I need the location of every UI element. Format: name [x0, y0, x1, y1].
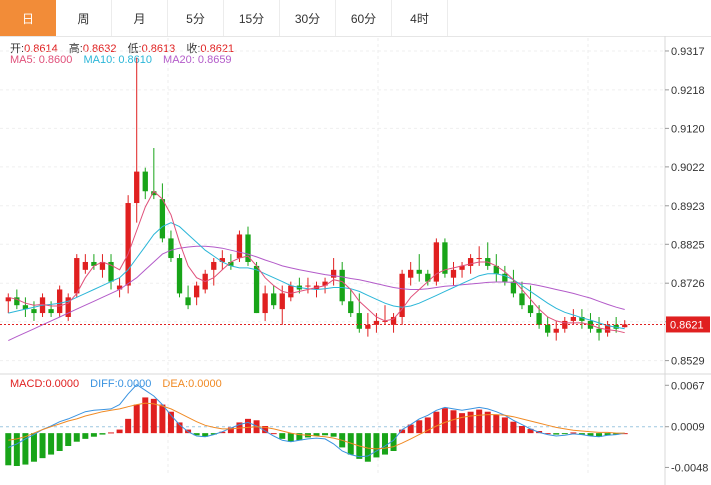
candle-body: [390, 316, 397, 325]
macd-histogram-bar: [510, 421, 517, 434]
candle-body: [116, 285, 123, 290]
macd-histogram-bar: [373, 433, 380, 458]
candle-body: [527, 305, 534, 314]
macd-histogram-bar: [159, 404, 166, 434]
macd-histogram-bar: [416, 420, 423, 434]
macd-histogram-bar: [133, 404, 140, 434]
macd-histogram-bar: [125, 418, 132, 434]
price-tick-label: 0.9120: [671, 123, 705, 135]
diff-line: [8, 383, 625, 458]
candle-body: [176, 258, 183, 294]
price-tick-label: 0.8923: [671, 201, 705, 213]
price-tick-label: 0.8529: [671, 356, 705, 368]
macd-histogram-bar: [330, 433, 337, 437]
candle-body: [159, 199, 166, 239]
macd-histogram-bar: [570, 432, 577, 434]
candle-body: [74, 258, 80, 294]
macd-histogram-bar: [99, 433, 106, 435]
candle-body: [279, 293, 285, 310]
candle-body: [288, 285, 294, 298]
last-price-label: 0.8621: [670, 319, 704, 331]
macd-histogram-bar: [48, 433, 55, 455]
macd-histogram-bar: [39, 433, 46, 459]
candle-body: [56, 289, 63, 314]
macd-histogram-bar: [433, 411, 440, 434]
candle-body: [570, 316, 577, 321]
candle-body: [322, 281, 328, 286]
macd-histogram-bar: [108, 432, 115, 434]
candle-body: [262, 293, 268, 314]
candle-body: [545, 324, 551, 333]
candle-body: [82, 261, 88, 270]
macd-histogram-bar: [441, 408, 448, 434]
candle-body: [519, 293, 525, 306]
price-tick-label: 0.8825: [671, 239, 705, 251]
price-tick-label: 0.9218: [671, 85, 705, 97]
macd-histogram-bar: [381, 433, 388, 455]
macd-histogram-bar: [501, 417, 508, 434]
macd-histogram-bar: [553, 433, 560, 435]
macd-histogram-bar: [493, 414, 500, 434]
macd-tick-label: -0.0048: [671, 462, 708, 474]
candle-body: [536, 313, 542, 325]
candle-body: [48, 309, 54, 314]
candle-body: [219, 258, 225, 262]
macd-histogram-bar: [30, 433, 37, 462]
macd-histogram-bar: [459, 413, 466, 434]
macd-histogram-bar: [322, 433, 329, 436]
price-tick-label: 0.9317: [671, 46, 705, 58]
candle-body: [356, 313, 362, 329]
macd-histogram-bar: [287, 433, 294, 442]
kline-chart[interactable]: 0.9317 0.9218 0.9120 0.9022 0.8923 0.8825 0.87…: [0, 0, 711, 485]
candle-body: [305, 285, 311, 287]
candle-body: [348, 301, 354, 314]
macd-tick-label: 0.0009: [671, 422, 705, 434]
macd-histogram-bar: [90, 433, 97, 437]
macd-tick-label: 0.0067: [671, 380, 705, 392]
candle-body: [185, 297, 191, 306]
macd-histogram-bar: [245, 418, 252, 434]
candle-body: [416, 269, 422, 274]
macd-histogram-bar: [450, 410, 457, 434]
candle-body: [408, 269, 414, 278]
candle-body: [596, 328, 602, 333]
candle-body: [125, 203, 131, 286]
candle-body: [31, 309, 37, 314]
macd-histogram-bar: [561, 433, 568, 435]
price-tick-label: 0.9022: [671, 162, 705, 174]
candle-body: [339, 269, 345, 302]
candle-body: [365, 324, 371, 329]
candle-body: [134, 171, 140, 204]
macd-histogram-bar: [518, 426, 525, 434]
macd-histogram-bar: [116, 429, 123, 434]
candle-body: [330, 269, 337, 278]
macd-histogram-bar: [73, 433, 80, 442]
candle-body: [193, 285, 200, 298]
candle-body: [236, 234, 243, 259]
candle-body: [168, 238, 174, 259]
candle-body: [450, 269, 457, 278]
candle-body: [553, 328, 559, 333]
macd-histogram-bar: [82, 433, 89, 439]
macd-histogram-bar: [279, 433, 286, 439]
macd-histogram-bar: [467, 411, 474, 434]
candle-body: [211, 261, 217, 270]
candle-body: [510, 281, 517, 294]
candle-body: [142, 171, 148, 192]
candle-body: [253, 265, 260, 314]
price-tick-label: 0.8726: [671, 278, 705, 290]
macd-histogram-bar: [270, 433, 277, 435]
macd-histogram-bar: [56, 433, 63, 451]
macd-histogram-bar: [476, 409, 483, 434]
candle-body: [476, 258, 482, 260]
macd-histogram-bar: [65, 433, 72, 446]
macd-histogram-bar: [5, 433, 12, 466]
candle-body: [271, 293, 277, 306]
